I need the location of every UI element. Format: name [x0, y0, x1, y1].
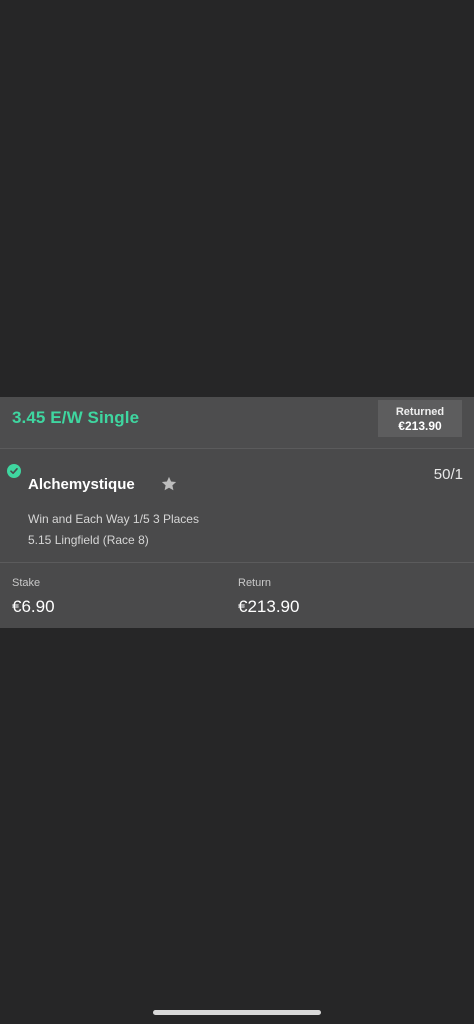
check-circle-icon: [7, 464, 21, 478]
bet-footer: Stake €6.90 Return €213.90: [0, 563, 474, 628]
returned-badge: Returned €213.90: [378, 400, 462, 437]
return-label: Return: [238, 577, 272, 589]
bet-title: 3.45 E/W Single: [12, 408, 140, 427]
return-value: €213.90: [238, 597, 300, 616]
stake-label: Stake: [12, 577, 41, 589]
bet-card[interactable]: 3.45 E/W Single Returned €213.90 Alchemy…: [0, 397, 474, 628]
selection-odds: 50/1: [433, 466, 463, 483]
star-icon[interactable]: [160, 475, 178, 493]
screen: 3.45 E/W Single Returned €213.90 Alchemy…: [0, 0, 474, 1024]
returned-amount: €213.90: [398, 419, 442, 433]
bet-header: 3.45 E/W Single Returned €213.90: [0, 397, 474, 449]
market-description: Win and Each Way 1/5 3 Places: [28, 512, 199, 526]
selection-row: Alchemystique 50/1 Win and Each Way 1/5 …: [0, 449, 474, 563]
event-description: 5.15 Lingfield (Race 8): [28, 533, 149, 547]
stake-value: €6.90: [12, 597, 55, 616]
returned-label: Returned: [395, 406, 445, 418]
selection-name: Alchemystique: [28, 476, 135, 493]
home-indicator[interactable]: [153, 1010, 321, 1015]
